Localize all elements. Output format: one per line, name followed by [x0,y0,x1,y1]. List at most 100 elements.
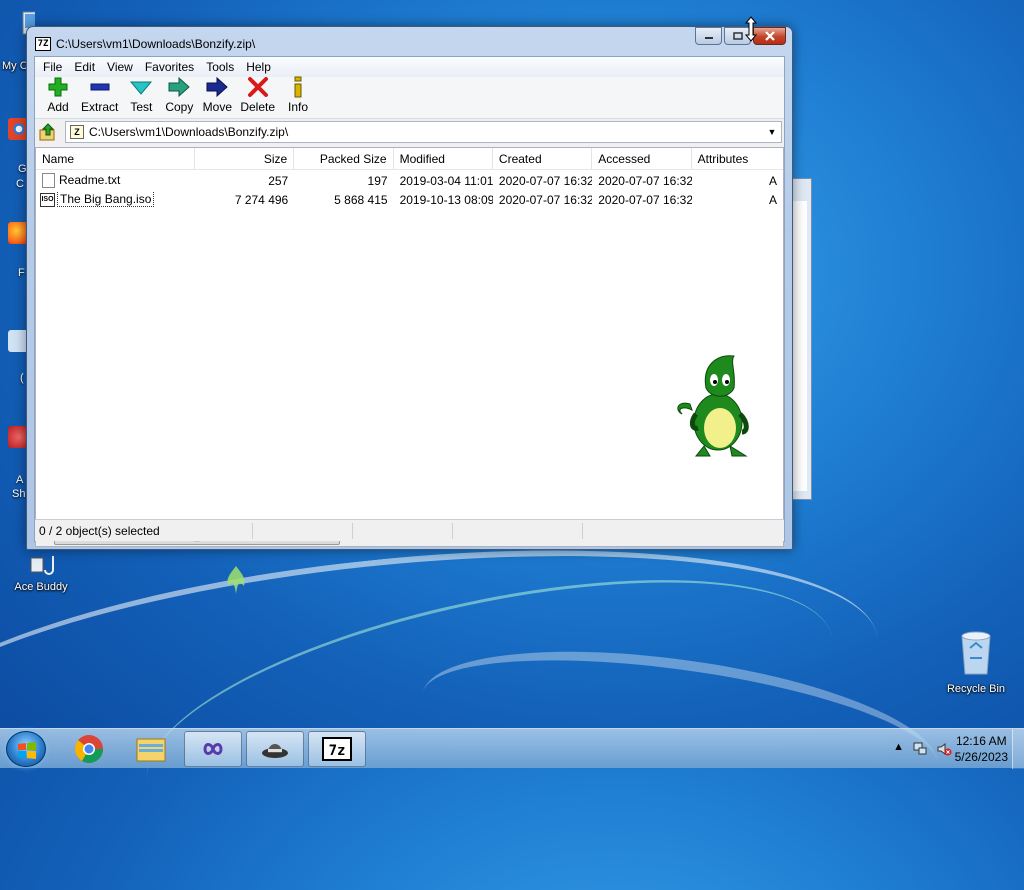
table-row[interactable]: Readme.txt 257 197 2019-03-04 11:01 2020… [36,171,783,190]
file-modified: 2019-03-04 11:01 [399,173,493,188]
status-cell [453,522,583,539]
ace-buddy-icon [30,556,54,575]
file-name: Readme.txt [59,172,121,187]
menu-favorites[interactable]: Favorites [139,57,200,77]
column-header-created[interactable]: Created [493,148,593,169]
test-button[interactable]: Test [122,76,160,118]
minimize-icon [704,37,713,39]
taskbar-explorer[interactable] [122,731,180,767]
toolbar: Add Extract Test Copy Move Delete Info [35,76,784,119]
file-packed-size: 197 [367,173,388,188]
caption-buttons [693,27,786,47]
address-combobox[interactable]: Z C:\Users\vm1\Downloads\Bonzify.zip\ ▼ [65,121,782,143]
column-header-size[interactable]: Size [195,148,295,169]
text-file-icon [42,173,55,189]
close-icon [764,31,775,41]
desktop-icon-label: A [16,474,24,486]
zip-archive-icon: Z [70,125,84,139]
volume-muted-icon[interactable] [936,741,952,757]
7zip-window[interactable]: 7Z C:\Users\vm1\Downloads\Bonzify.zip\ F… [26,26,793,550]
file-size: 257 [268,173,289,188]
dragon-character-icon[interactable] [672,352,760,460]
column-header-accessed[interactable]: Accessed [592,148,692,169]
desktop-icon-label: Ace Buddy [14,581,68,593]
menu-help[interactable]: Help [240,57,277,77]
file-created: 2020-07-07 16:32 [498,173,593,188]
show-hidden-icons-icon[interactable]: ▲ [893,741,904,757]
desktop-icon-label: F [18,267,25,279]
chrome-icon [74,735,103,763]
x-icon [247,77,268,97]
recycle-bin-icon [961,631,991,675]
file-accessed: 2020-07-07 16:32 [598,192,692,207]
copy-button-label: Copy [165,100,194,114]
title-bar[interactable]: 7Z C:\Users\vm1\Downloads\Bonzify.zip\ [27,27,792,57]
delete-button[interactable]: Delete [236,76,279,118]
move-button-label: Move [202,100,233,114]
file-created: 2020-07-07 16:32 [498,192,593,207]
status-selection: 0 / 2 object(s) selected [35,522,253,539]
up-folder-button[interactable] [37,121,59,143]
desktop-icon-label: My C [2,60,28,72]
copy-button[interactable]: Copy [160,76,198,118]
hat-icon [262,744,288,758]
add-button[interactable]: Add [39,76,77,118]
check-arrow-icon [130,81,153,95]
system-clock[interactable]: 12:16 AM 5/26/2023 [955,733,1008,765]
file-attributes: A [769,173,778,188]
column-header-attributes[interactable]: Attributes [692,148,783,169]
wallpaper-swoosh [0,508,891,872]
test-button-label: Test [130,100,153,114]
clock-time: 12:16 AM [955,734,1007,748]
file-modified: 2019-10-13 08:09 [399,192,493,207]
info-icon [294,76,302,98]
arrow-right-icon [206,76,229,98]
table-row[interactable]: ISO The Big Bang.iso 7 274 496 5 868 415 … [36,190,783,209]
file-packed-size: 5 868 415 [334,192,388,207]
minimize-button[interactable] [695,27,722,45]
address-value: C:\Users\vm1\Downloads\Bonzify.zip\ [89,125,289,139]
minus-icon [90,83,110,91]
start-button[interactable] [6,731,46,767]
menu-edit[interactable]: Edit [68,57,101,77]
file-list[interactable]: Name Size Packed Size Modified Created A… [35,147,784,547]
column-header-name[interactable]: Name [36,148,195,169]
status-cell [253,522,353,539]
network-icon[interactable] [912,741,928,757]
plus-icon [48,77,68,97]
show-desktop-button[interactable] [1012,729,1024,769]
taskbar-chrome[interactable] [60,731,118,767]
delete-button-label: Delete [240,100,276,114]
status-cell [353,522,453,539]
file-name-cell: Readme.txt [36,172,195,189]
extract-button[interactable]: Extract [77,76,122,118]
wallpaper-leaf-icon [227,566,245,594]
7zip-icon: 7z [322,737,352,761]
restore-icon [732,32,743,40]
window-title: C:\Users\vm1\Downloads\Bonzify.zip\ [56,37,256,51]
menu-view[interactable]: View [101,57,139,77]
info-button[interactable]: Info [279,76,317,118]
desktop-icon-label: Recycle Bin [946,683,1006,695]
desktop-icon-recycle-bin[interactable]: Recycle Bin [940,628,1012,695]
column-header-modified[interactable]: Modified [394,148,493,169]
move-button[interactable]: Move [198,76,236,118]
taskbar-app[interactable] [246,731,304,767]
list-header: Name Size Packed Size Modified Created A… [36,148,783,170]
up-arrow-folder-icon [39,123,55,141]
windows-logo-icon [18,742,36,759]
add-button-label: Add [47,100,69,114]
window-client: File Edit View Favorites Tools Help Add … [34,56,785,547]
file-accessed: 2020-07-07 16:32 [598,173,692,188]
menu-file[interactable]: File [37,57,68,77]
desktop-icon-ace-buddy[interactable]: Ace Buddy [6,554,76,593]
column-header-packed-size[interactable]: Packed Size [294,148,394,169]
menu-tools[interactable]: Tools [200,57,240,77]
taskbar-7zip[interactable]: 7z [308,731,366,767]
status-bar: 0 / 2 object(s) selected [35,519,784,541]
taskbar-app[interactable] [184,731,242,767]
chevron-down-icon[interactable]: ▼ [763,127,781,137]
extract-button-label: Extract [81,100,119,114]
infinity-icon [203,743,223,755]
address-bar: Z C:\Users\vm1\Downloads\Bonzify.zip\ ▼ [35,119,784,145]
